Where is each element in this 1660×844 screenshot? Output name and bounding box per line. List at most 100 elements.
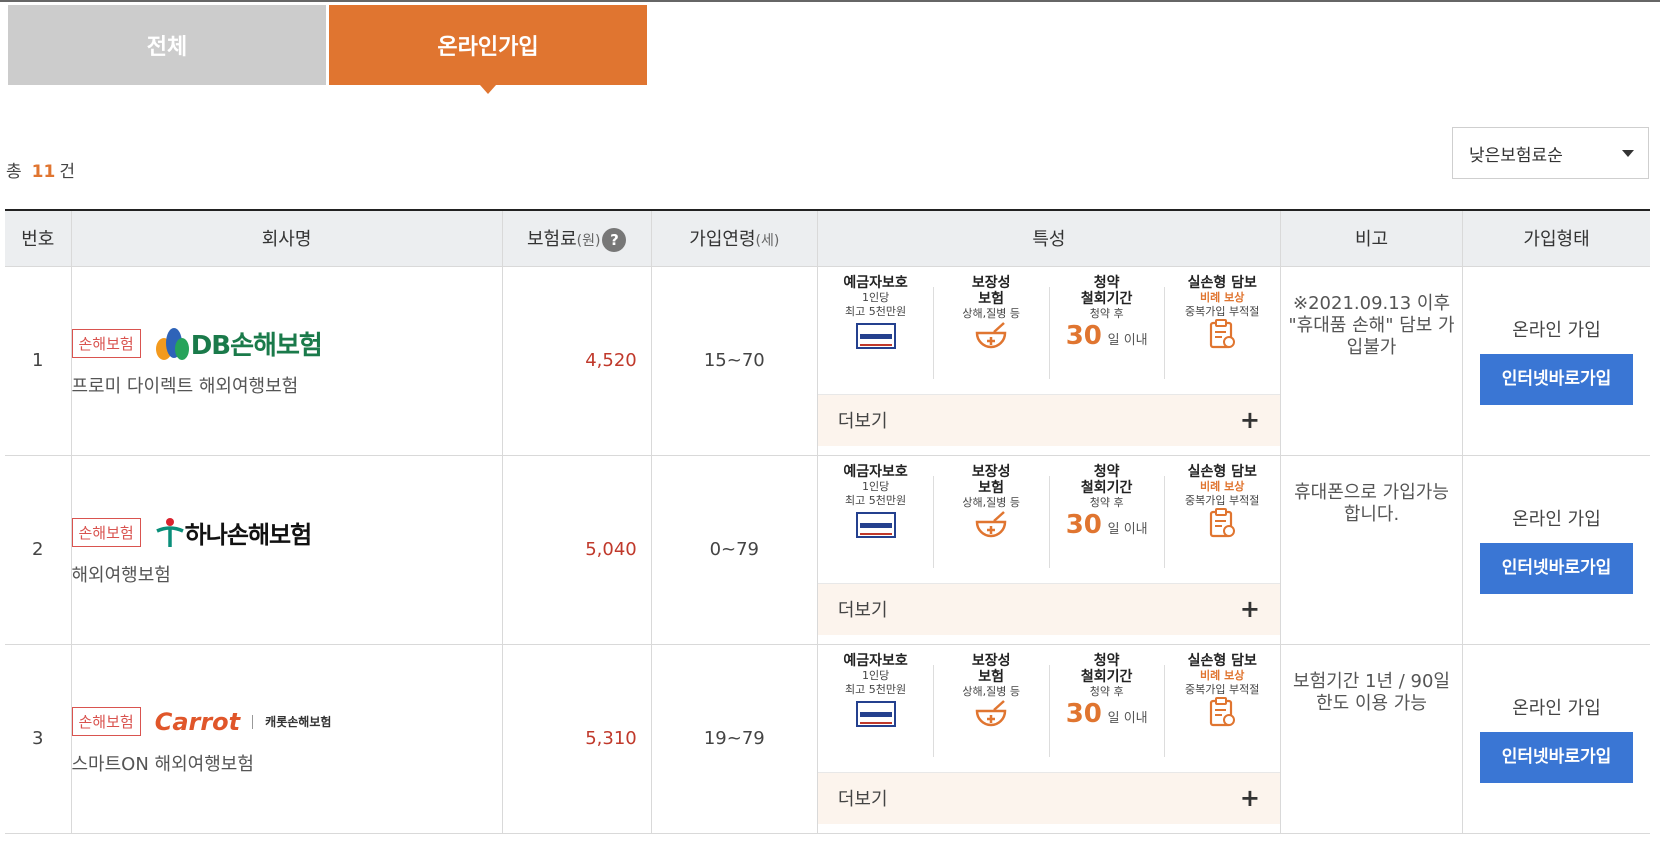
feature-line: 청약 후 — [1089, 495, 1124, 509]
feature-days-suffix: 일 이내 — [1107, 710, 1148, 726]
feature-title: 철회기간 — [1080, 668, 1133, 685]
medicine-bowl-icon — [975, 321, 1007, 348]
top-border — [0, 0, 1660, 2]
company-cell: 손해보험 하나손해보험 해외여행보험 — [70, 455, 503, 645]
feature-title: 보장성 — [971, 463, 1011, 480]
feature-indemnity: 실손형 담보 비례 보상 중복가입 부적절 — [1164, 653, 1280, 772]
feature-line: 1인당 — [861, 290, 890, 304]
note-cell: ※2021.09.13 이후 "휴대품 손해" 담보 가입불가 — [1279, 266, 1463, 456]
table-row: 1 손해보험 DB손해보험 프로미 다이렉트 해외여행보험 4,520 15~7… — [5, 266, 1650, 456]
features-cell: 예금자보호 1인당 최고 5천만원 보장성 보험 상해,질병 등 청약 철회기간 — [816, 266, 1281, 456]
feature-withdrawal: 청약 철회기간 청약 후 30 일 이내 — [1048, 274, 1165, 394]
logo-divider — [252, 714, 254, 729]
feature-line: 1인당 — [861, 479, 890, 493]
header-company: 회사명 — [70, 209, 503, 267]
company-cell: 손해보험 Carrot 캐롯손해보험 스마트ON 해외여행보험 — [70, 644, 503, 834]
more-button[interactable]: 더보기 + — [817, 393, 1280, 446]
plus-icon: + — [1239, 595, 1260, 623]
product-name: 해외여행보험 — [71, 564, 171, 586]
carrot-logo-sub: 캐롯손해보험 — [265, 715, 332, 729]
header-premium-label: 보험료 — [526, 228, 577, 250]
kdic-protection-icon — [855, 511, 896, 538]
medicine-bowl-icon — [975, 699, 1007, 726]
header-age: 가입연령(세) — [650, 209, 818, 267]
age-range: 0~79 — [650, 455, 818, 645]
feature-line: 최고 5천만원 — [845, 493, 907, 507]
premium-value: 5,310 — [501, 644, 652, 834]
more-button[interactable]: 더보기 + — [817, 582, 1280, 635]
feature-line: 상해,질병 등 — [962, 495, 1020, 509]
internet-join-button[interactable]: 인터넷바로가입 — [1480, 543, 1634, 594]
insurance-table: 번호 회사명 보험료(원)? 가입연령(세) 특성 비고 가입형태 1 손해보험 — [5, 209, 1650, 834]
table-header-row: 번호 회사명 보험료(원)? 가입연령(세) 특성 비고 가입형태 — [5, 209, 1650, 267]
feature-deposit-protection: 예금자보호 1인당 최고 5천만원 — [818, 464, 934, 583]
tab-online-join[interactable]: 온라인가입 — [329, 5, 647, 94]
feature-title: 보험 — [978, 668, 1005, 685]
company-cell: 손해보험 DB손해보험 프로미 다이렉트 해외여행보험 — [70, 266, 503, 456]
db-insurance-logo[interactable]: DB손해보험 — [155, 325, 323, 363]
feature-line: 중복가입 부적절 — [1185, 682, 1260, 696]
total-count-value: 11 — [31, 162, 56, 182]
db-logo-text: DB손해보험 — [190, 331, 323, 361]
total-suffix: 건 — [59, 162, 75, 182]
hana-insurance-logo[interactable]: 하나손해보험 — [155, 515, 312, 550]
feature-deposit-protection: 예금자보호 1인당 최고 5천만원 — [818, 275, 934, 394]
premium-value: 4,520 — [501, 266, 652, 456]
more-label: 더보기 — [837, 411, 888, 432]
clipboard-check-icon — [1210, 318, 1236, 348]
feature-title: 보험 — [978, 290, 1005, 307]
feature-title: 예금자보호 — [843, 274, 908, 291]
feature-line: 상해,질병 등 — [962, 684, 1020, 698]
feature-title: 보장성 — [971, 652, 1011, 669]
feature-indemnity: 실손형 담보 비례 보상 중복가입 부적절 — [1164, 464, 1280, 583]
hana-logo-mark-icon — [155, 517, 184, 547]
category-badge: 손해보험 — [71, 707, 141, 736]
join-cell: 온라인 가입 인터넷바로가입 — [1462, 266, 1650, 456]
note-cell: 보험기간 1년 / 90일 한도 이용 가능 — [1279, 644, 1463, 834]
table-row: 3 손해보험 Carrot 캐롯손해보험 스마트ON 해외여행보험 5,310 … — [5, 644, 1650, 834]
feature-days-suffix: 일 이내 — [1107, 521, 1148, 537]
row-no: 3 — [5, 644, 71, 834]
feature-days: 30 — [1065, 698, 1102, 729]
more-button[interactable]: 더보기 + — [817, 771, 1280, 824]
header-premium: 보험료(원)? — [501, 209, 652, 267]
header-note: 비고 — [1279, 209, 1463, 267]
join-type: 온라인 가입 — [1512, 320, 1601, 341]
feature-line: 비례 보상 — [1200, 290, 1245, 304]
feature-title: 보장성 — [971, 274, 1011, 291]
feature-line: 상해,질병 등 — [962, 306, 1020, 320]
help-icon[interactable]: ? — [602, 227, 627, 252]
internet-join-button[interactable]: 인터넷바로가입 — [1480, 732, 1634, 783]
join-cell: 온라인 가입 인터넷바로가입 — [1462, 455, 1650, 645]
feature-line: 중복가입 부적절 — [1185, 493, 1260, 507]
header-join: 가입형태 — [1462, 209, 1650, 267]
sort-select[interactable]: 낮은보험료순 — [1452, 127, 1649, 179]
sort-selected: 낮은보험료순 — [1469, 145, 1563, 166]
features-cell: 예금자보호 1인당 최고 5천만원 보장성 보험 상해,질병 등 청약 철회기간 — [816, 644, 1281, 834]
feature-title: 실손형 담보 — [1187, 463, 1257, 480]
category-badge: 손해보험 — [71, 329, 141, 358]
feature-title: 청약 — [1093, 652, 1120, 669]
feature-line: 1인당 — [861, 668, 890, 682]
feature-line: 비례 보상 — [1200, 479, 1245, 493]
carrot-insurance-logo[interactable]: Carrot 캐롯손해보험 — [155, 708, 332, 736]
product-name: 스마트ON 해외여행보험 — [71, 753, 254, 775]
feature-line: 최고 5천만원 — [845, 304, 907, 318]
internet-join-button[interactable]: 인터넷바로가입 — [1480, 354, 1634, 405]
feature-line: 비례 보상 — [1200, 668, 1245, 682]
total-prefix: 총 — [6, 162, 22, 182]
feature-line: 중복가입 부적절 — [1185, 304, 1260, 318]
feature-title: 보험 — [978, 479, 1005, 496]
feature-line: 최고 5천만원 — [845, 682, 907, 696]
clipboard-check-icon — [1210, 696, 1236, 726]
table-row: 2 손해보험 하나손해보험 해외여행보험 5,040 0~79 예금자보호 1인… — [5, 455, 1650, 645]
header-age-unit: (세) — [755, 233, 780, 250]
age-range: 19~79 — [650, 644, 818, 834]
features-cell: 예금자보호 1인당 최고 5천만원 보장성 보험 상해,질병 등 청약 철회기간 — [816, 455, 1281, 645]
hana-logo-text: 하나손해보험 — [184, 521, 312, 549]
feature-title: 청약 — [1093, 274, 1120, 291]
premium-value: 5,040 — [501, 455, 652, 645]
feature-withdrawal: 청약 철회기간 청약 후 30 일 이내 — [1048, 652, 1165, 772]
tab-all[interactable]: 전체 — [8, 5, 326, 85]
feature-title: 실손형 담보 — [1187, 652, 1257, 669]
